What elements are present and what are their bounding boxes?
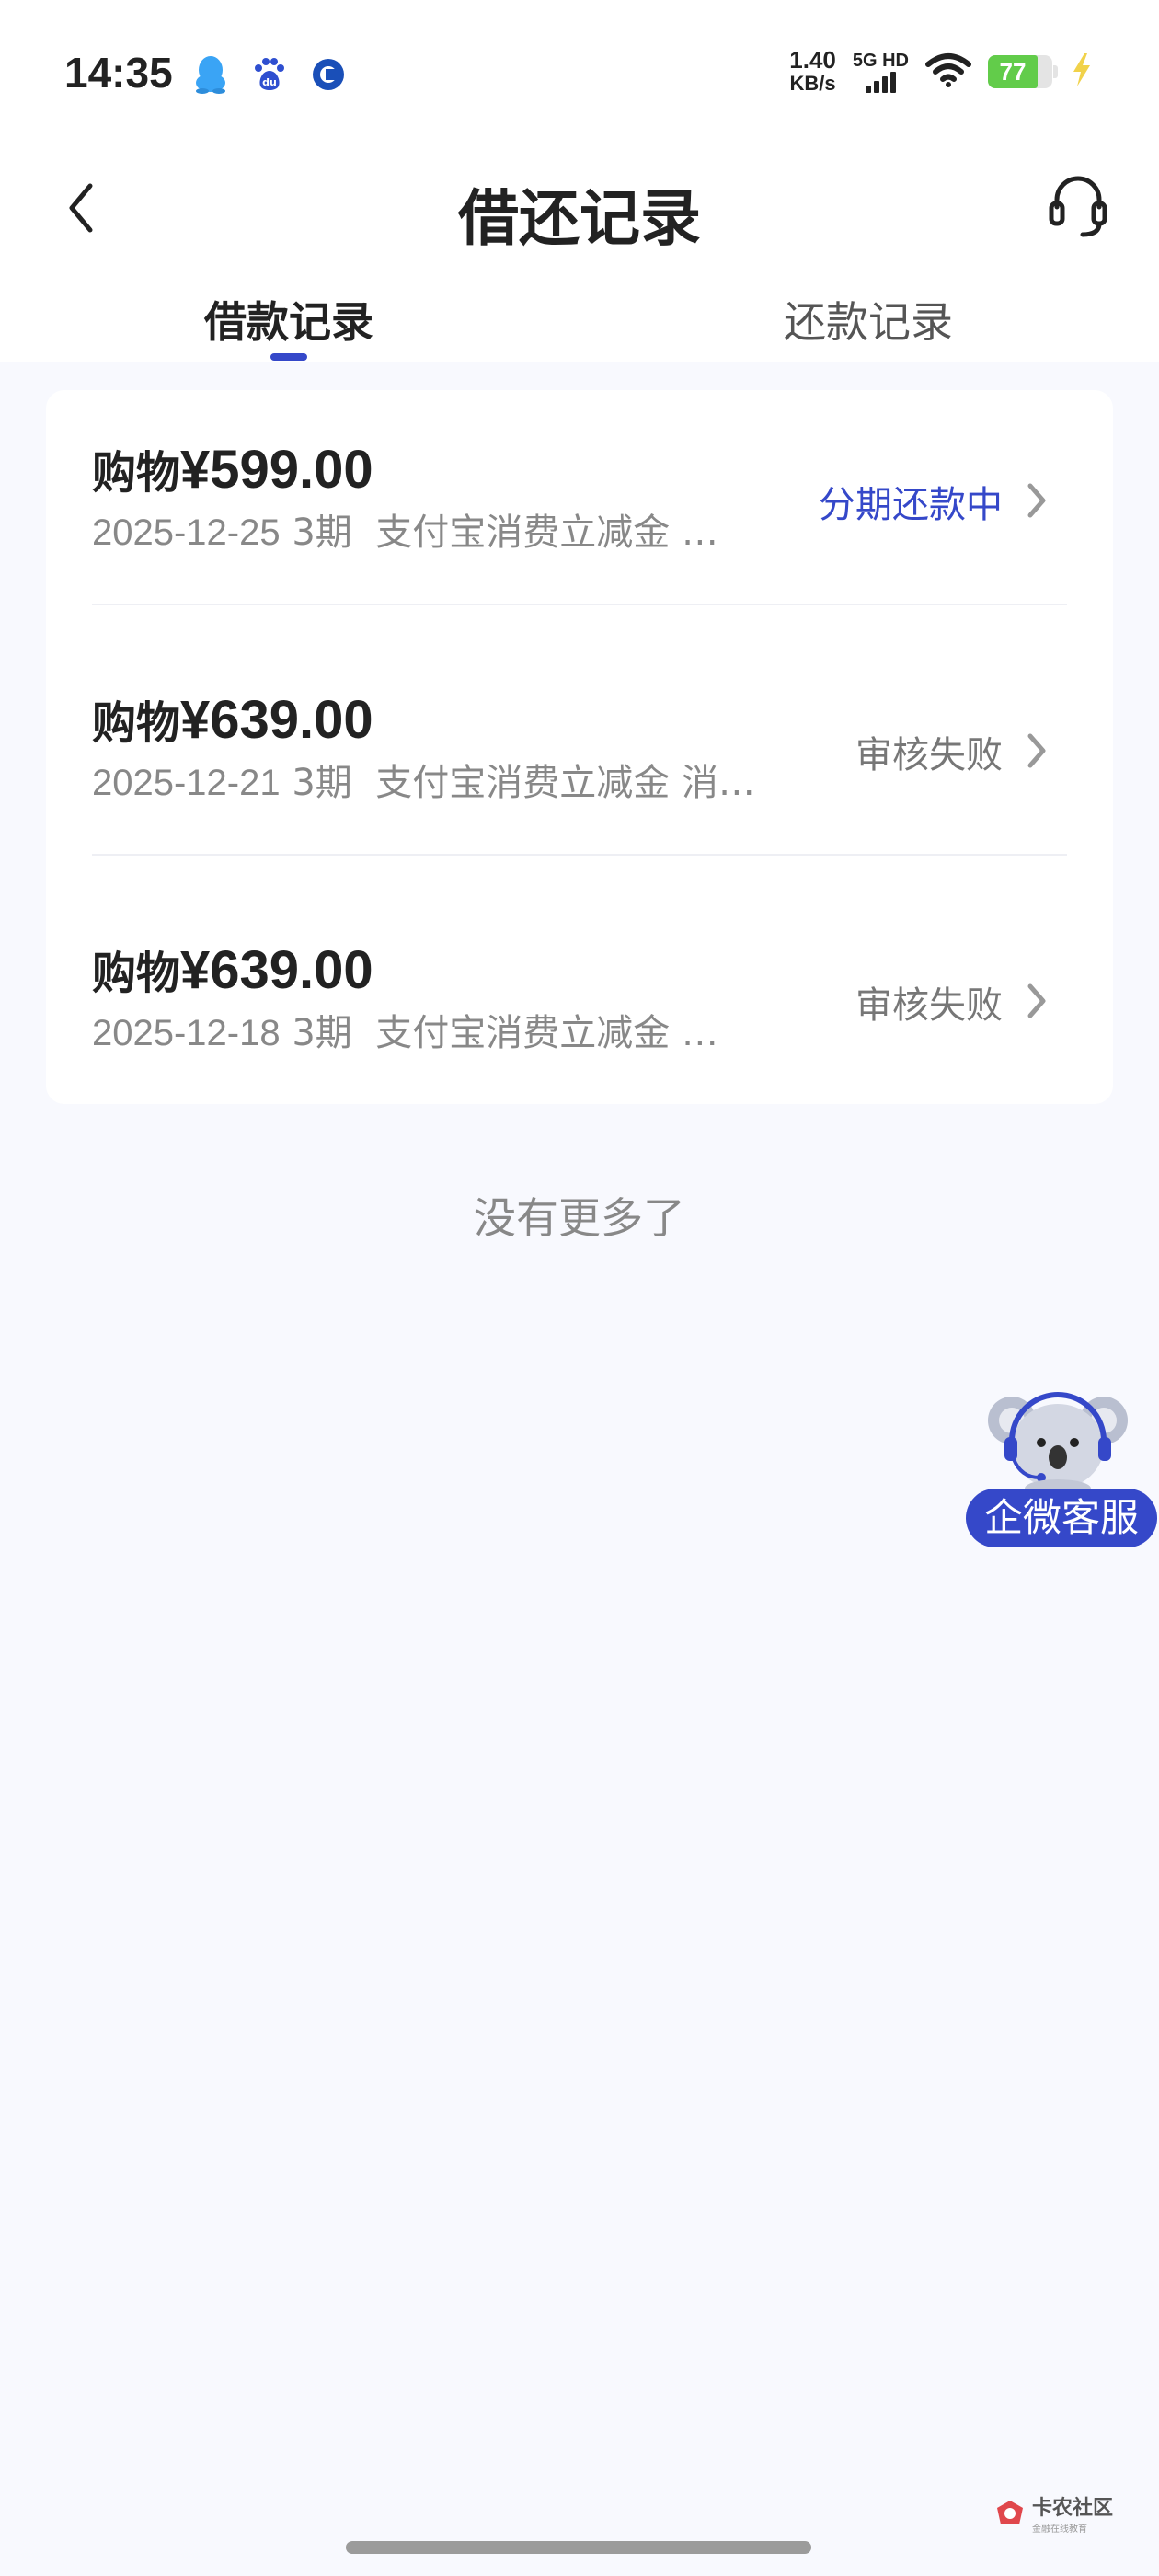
record-details: 2025-12-25 3期 支付宝消费立减金 … (92, 512, 718, 554)
active-tab-indicator (270, 353, 307, 361)
tab-repayment-records[interactable]: 还款记录 (675, 289, 1061, 350)
qq-icon (191, 55, 230, 94)
chevron-right-icon (1027, 483, 1046, 518)
status-indicators: 1.40 KB/s 5G HD 77 (789, 48, 1095, 96)
divider (92, 854, 1067, 856)
no-more-text: 没有更多了 (474, 1193, 685, 1243)
records-list: 购物¥599.00 2025-12-25 3期 支付宝消费立减金 … 分期还款中… (46, 390, 1113, 1104)
baidu-icon: du (250, 55, 289, 94)
cellular-signal: 5G HD (853, 51, 909, 93)
status-time: 14:35 (64, 49, 173, 97)
record-details: 2025-12-21 3期 支付宝消费立减金 消… (92, 762, 755, 804)
community-logo-icon (997, 2500, 1023, 2524)
signal-bars-icon (865, 71, 896, 93)
battery-level: 77 (999, 58, 1027, 86)
record-amount: 购物¥639.00 (92, 940, 373, 1000)
bank-app-icon (309, 55, 348, 94)
status-app-icons: du (191, 55, 348, 94)
list-item[interactable]: 购物¥639.00 2025-12-21 3期 支付宝消费立减金 消… 审核失败 (46, 640, 1113, 889)
page-title: 借还记录 (458, 183, 701, 254)
list-item[interactable]: 购物¥599.00 2025-12-25 3期 支付宝消费立减金 … 分期还款中 (46, 390, 1113, 638)
svg-text:du: du (262, 76, 277, 88)
divider (92, 604, 1067, 605)
list-item[interactable]: 购物¥639.00 2025-12-18 3期 支付宝消费立减金 … 审核失败 (46, 891, 1113, 1139)
floating-service-label: 企微客服 (966, 1489, 1157, 1547)
customer-service-button[interactable] (1041, 166, 1115, 245)
record-amount: 购物¥599.00 (92, 440, 373, 500)
network-speed: 1.40 KB/s (789, 46, 836, 95)
headset-icon (1049, 176, 1107, 237)
back-button[interactable] (55, 171, 107, 245)
chevron-right-icon (1027, 733, 1046, 768)
koala-mascot-icon (988, 1392, 1128, 1496)
header-area: 14:35 du 1.40 KB/s 5G HD 77 借还记录 借款记录 还款… (0, 0, 1159, 362)
chevron-right-icon (1027, 983, 1046, 1018)
home-indicator[interactable] (346, 2541, 811, 2554)
record-status: 审核失败 (855, 734, 1003, 776)
watermark: 卡农社区 金融在线教育 (993, 2491, 1113, 2535)
record-amount: 购物¥639.00 (92, 690, 373, 750)
record-details: 2025-12-18 3期 支付宝消费立减金 … (92, 1012, 718, 1054)
tab-borrow-records[interactable]: 借款记录 (96, 289, 482, 350)
battery-icon: 77 (988, 55, 1058, 88)
charging-icon (1069, 52, 1095, 92)
wifi-icon (925, 52, 971, 92)
floating-service-button[interactable]: 企微客服 (964, 1386, 1159, 1551)
chevron-left-icon (69, 183, 93, 233)
record-status: 分期还款中 (819, 484, 1003, 526)
record-status: 审核失败 (855, 984, 1003, 1027)
